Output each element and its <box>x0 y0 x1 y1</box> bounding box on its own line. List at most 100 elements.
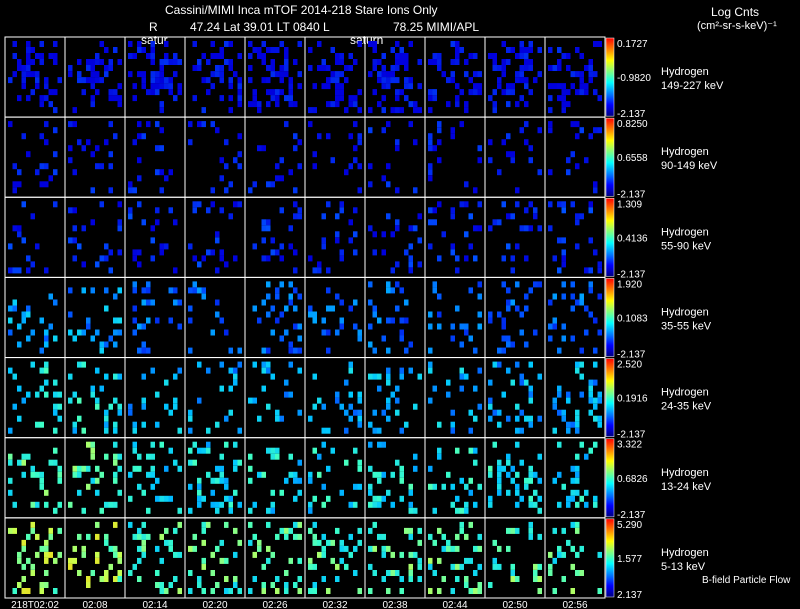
heatmap-cell <box>30 213 35 220</box>
heatmap-cell <box>381 65 386 71</box>
heatmap-cell <box>266 367 271 374</box>
heatmap-cell <box>321 329 326 336</box>
heatmap-cell <box>117 489 122 496</box>
heatmap-cell <box>506 101 511 108</box>
heatmap-cell <box>321 533 326 540</box>
heatmap-cell <box>270 582 275 588</box>
colorbar <box>605 518 615 598</box>
heatmap-cell <box>570 477 575 484</box>
heatmap-cell <box>224 329 229 336</box>
heatmap-cell <box>279 311 284 318</box>
heatmap-cell <box>492 219 497 226</box>
heatmap-cell <box>515 489 520 496</box>
heatmap-cell <box>404 59 409 65</box>
heatmap-cell <box>17 551 22 558</box>
heatmap-cell <box>381 551 386 558</box>
heatmap-cell <box>519 427 524 434</box>
heatmap-cell <box>155 219 160 226</box>
heatmap-cell <box>579 545 584 552</box>
heatmap-cell <box>219 539 224 546</box>
heatmap-cell <box>395 459 400 466</box>
heatmap-cell <box>17 582 22 588</box>
heatmap-cell <box>386 287 391 294</box>
heatmap-cell <box>48 293 53 300</box>
heatmap-cell <box>12 527 17 534</box>
heatmap-cell <box>261 563 266 570</box>
heatmap-cell <box>72 207 77 214</box>
heatmap-cell <box>137 347 142 354</box>
heatmap-cell <box>312 403 317 410</box>
heatmap-cell <box>177 507 182 514</box>
heatmap-cell <box>192 459 197 466</box>
heatmap-cell <box>77 361 82 368</box>
heatmap-cell <box>95 77 100 84</box>
colorbar-max-label: 2.520 <box>617 360 642 371</box>
heatmap-cell <box>353 323 358 330</box>
heatmap-cell <box>399 465 404 472</box>
heatmap-cell <box>510 255 515 262</box>
heatmap-cell <box>8 329 13 336</box>
time-tick-label: 02:14 <box>142 600 167 609</box>
heatmap-cell <box>477 367 482 374</box>
heatmap-cell <box>30 59 35 65</box>
heatmap-cell <box>86 139 91 146</box>
colorbar-mid-label: 0.6826 <box>617 474 648 485</box>
heatmap-cell <box>377 373 382 380</box>
heatmap-cell <box>30 89 35 96</box>
panel-frame <box>244 196 306 278</box>
heatmap-cell <box>81 329 86 336</box>
heatmap-cell <box>450 545 455 552</box>
heatmap-cell <box>459 477 464 484</box>
heatmap-cell <box>288 169 293 176</box>
heatmap-cell <box>570 421 575 428</box>
heatmap-cell <box>132 287 137 294</box>
heatmap-cell <box>228 41 233 47</box>
heatmap-cell <box>86 59 91 65</box>
heatmap-cell <box>395 53 400 59</box>
heatmap-cell <box>284 391 289 398</box>
heatmap-cell <box>510 89 515 96</box>
heatmap-cell <box>372 373 377 380</box>
heatmap-cell <box>17 385 22 392</box>
heatmap-cell <box>210 551 215 558</box>
heatmap-cell <box>464 483 469 490</box>
heatmap-cell <box>210 187 215 194</box>
heatmap-cell <box>201 521 206 528</box>
heatmap-cell <box>30 71 35 78</box>
heatmap-cell <box>399 367 404 374</box>
heatmap-cell <box>201 287 206 294</box>
heatmap-cell <box>597 397 602 404</box>
heatmap-cell <box>155 207 160 214</box>
heatmap-cell <box>237 133 242 140</box>
heatmap-cell <box>368 465 373 472</box>
heatmap-cell <box>150 71 155 78</box>
heatmap-cell <box>348 501 353 508</box>
heatmap-cell <box>261 225 266 232</box>
heatmap-cell <box>312 539 317 546</box>
colorbar-max-label: 0.1727 <box>617 39 648 50</box>
heatmap-cell <box>528 471 533 478</box>
heatmap-cell <box>113 317 118 324</box>
heatmap-cell <box>348 95 353 102</box>
heatmap-cell <box>297 588 302 594</box>
heatmap-cell <box>377 471 382 478</box>
heatmap-cell <box>548 225 553 232</box>
heatmap-cell <box>348 163 353 170</box>
heatmap-cell <box>26 255 31 262</box>
heatmap-cell <box>228 495 233 502</box>
heatmap-cell <box>399 107 404 114</box>
heatmap-cell <box>275 447 280 454</box>
heatmap-cell <box>537 495 542 502</box>
heatmap-cell <box>95 551 100 558</box>
species-label: Hydrogen <box>661 387 709 399</box>
heatmap-cell <box>579 373 584 380</box>
heatmap-cell <box>399 551 404 558</box>
heatmap-cell <box>44 335 49 342</box>
heatmap-cell <box>381 77 386 84</box>
heatmap-cell <box>237 77 242 84</box>
heatmap-cell <box>275 576 280 582</box>
heatmap-cell <box>548 65 553 71</box>
heatmap-cell <box>266 47 271 53</box>
heatmap-cell <box>57 527 62 534</box>
heatmap-cell <box>335 83 340 90</box>
